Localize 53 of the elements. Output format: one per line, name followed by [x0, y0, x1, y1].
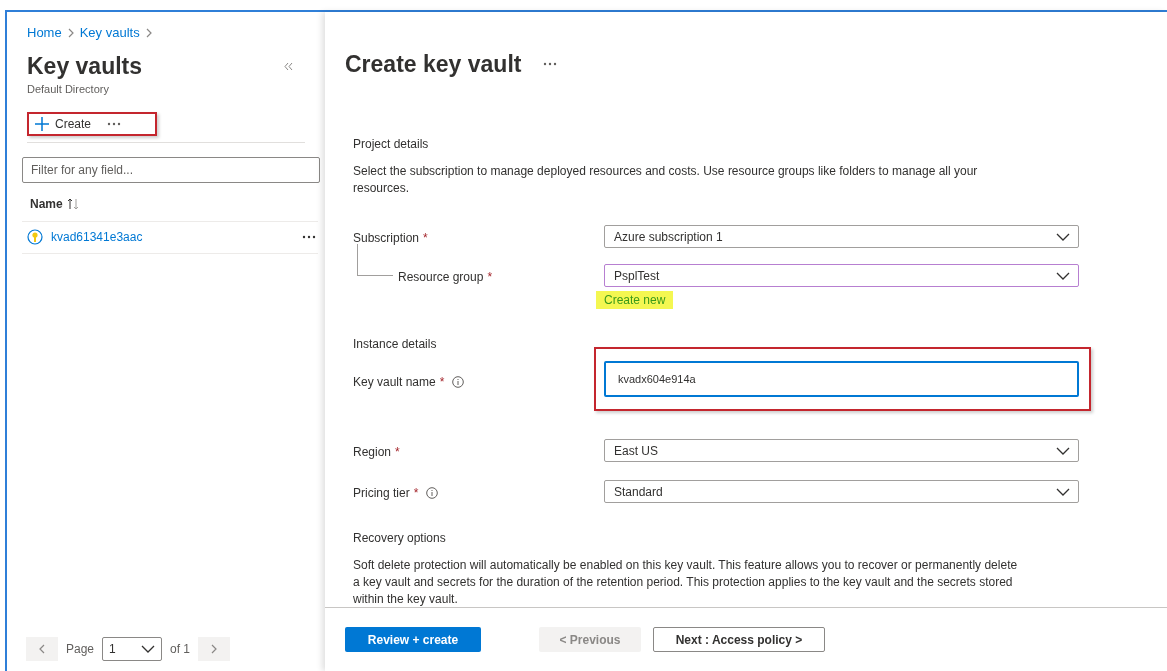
- key-icon: [27, 229, 43, 245]
- required-mark: *: [487, 269, 493, 286]
- more-icon[interactable]: [302, 235, 316, 239]
- page-count: of 1: [170, 641, 191, 658]
- info-icon[interactable]: [452, 376, 465, 388]
- dropdown[interactable]: PsplTest: [604, 264, 1079, 287]
- chevron-left-icon: [39, 644, 45, 654]
- required-mark: *: [395, 444, 400, 461]
- section-description: Soft delete protection will automatically be enabled on this key vault. This feature allows you to recover or permanently delete a key vault and secrets for the duration of the retention period. This protection applies to the key vault and the secrets stored within the key vault.: [353, 557, 1019, 607]
- section-heading: Project details: [353, 136, 430, 153]
- field-label: Subscription: [353, 230, 420, 247]
- footer-button[interactable]: Next : Access policy >: [653, 627, 825, 652]
- info-icon[interactable]: [426, 487, 439, 499]
- chevron-right-icon: [67, 28, 74, 38]
- field-label: Region: [353, 444, 392, 461]
- plus-icon: [35, 116, 49, 131]
- section-heading: Instance details: [353, 336, 438, 353]
- chevron-down-icon: [141, 645, 156, 653]
- panel-subtitle: Default Directory: [27, 82, 110, 97]
- page-title: Create key vault: [345, 49, 522, 79]
- section-description: Select the subscription to manage deployed resources and costs. Use resource groups like folders to manage all your resources.: [353, 163, 979, 197]
- create-button[interactable]: Create: [27, 111, 157, 136]
- dropdown[interactable]: Standard: [604, 480, 1079, 503]
- required-mark: *: [439, 374, 445, 391]
- required-mark: *: [423, 230, 428, 247]
- page-select[interactable]: 1: [102, 637, 163, 661]
- page-label: Page: [66, 641, 95, 658]
- chevron-right-icon: [211, 644, 218, 654]
- field-label: Resource group: [398, 269, 484, 286]
- dropdown[interactable]: East US: [604, 439, 1079, 462]
- chevron-down-icon: [1056, 487, 1070, 496]
- more-icon[interactable]: [543, 62, 558, 66]
- more-icon[interactable]: [107, 121, 122, 126]
- field-label: Pricing tier: [353, 485, 410, 502]
- chevron-down-icon: [1056, 232, 1070, 241]
- key-vault-name-field[interactable]: kvadx604e914a: [604, 361, 1079, 397]
- section-heading: Recovery options: [353, 530, 447, 547]
- required-mark: *: [413, 485, 419, 502]
- breadcrumb-link[interactable]: Home: [27, 23, 62, 43]
- column-header[interactable]: Name: [22, 194, 63, 213]
- breadcrumb-link[interactable]: Key vaults: [79, 23, 140, 43]
- field-label: Key vault name: [353, 374, 436, 391]
- panel-title: Key vaults: [27, 52, 143, 80]
- collapse-icon[interactable]: [284, 61, 293, 71]
- chevron-down-icon: [1056, 271, 1070, 280]
- vault-link[interactable]: kvad61341e3aac: [51, 228, 302, 246]
- tree-connector: [357, 244, 393, 276]
- filter-field[interactable]: Filter for any field...: [22, 156, 320, 183]
- chevron-down-icon: [1056, 446, 1070, 455]
- sort-icon[interactable]: [66, 197, 79, 210]
- dropdown[interactable]: Azure subscription 1: [604, 225, 1079, 248]
- review-create-button[interactable]: Review + create: [345, 627, 481, 652]
- chevron-right-icon: [145, 28, 152, 38]
